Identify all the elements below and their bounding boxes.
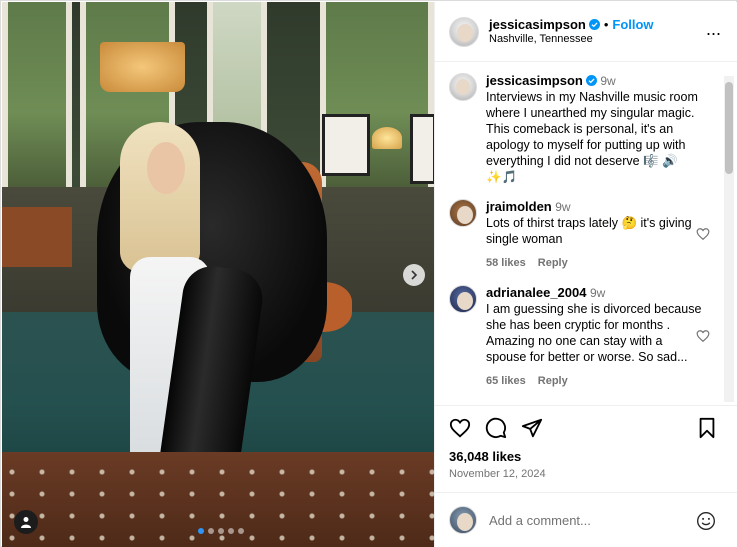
comment-time[interactable]: 9w bbox=[590, 286, 605, 300]
photo-window-left bbox=[2, 2, 72, 187]
share-icon[interactable] bbox=[521, 417, 543, 439]
carousel-dots bbox=[198, 528, 244, 534]
header-separator: • bbox=[603, 16, 609, 32]
caption-body: jessicasimpson 9w Interviews in my Nashv… bbox=[486, 73, 704, 185]
comment-username[interactable]: adrianalee_2004 bbox=[486, 285, 586, 300]
post-window: jessicasimpson • Follow Nashville, Tenness… bbox=[0, 0, 737, 547]
carousel-dot bbox=[208, 528, 214, 534]
post-side-panel: jessicasimpson • Follow Nashville, Tenness… bbox=[434, 2, 737, 547]
comment-meta: 65 likes Reply bbox=[486, 373, 704, 389]
avatar[interactable] bbox=[449, 199, 477, 227]
location-link[interactable]: Nashville, Tennessee bbox=[489, 32, 654, 47]
scrollbar-thumb[interactable] bbox=[725, 82, 733, 174]
comments-list: jessicasimpson 9w Interviews in my Nashv… bbox=[435, 63, 737, 405]
carousel-dot bbox=[218, 528, 224, 534]
next-photo-button[interactable] bbox=[403, 264, 425, 286]
caption-text: Interviews in my Nashville music room wh… bbox=[486, 90, 698, 184]
avatar[interactable] bbox=[449, 16, 479, 47]
add-comment-bar bbox=[435, 492, 737, 547]
comment-likes[interactable]: 58 likes bbox=[486, 255, 526, 271]
user-tag-icon bbox=[21, 517, 31, 528]
post-header: jessicasimpson • Follow Nashville, Tenness… bbox=[435, 2, 737, 62]
avatar[interactable] bbox=[449, 285, 477, 313]
comment-input[interactable] bbox=[489, 512, 689, 528]
comment-meta: 58 likes Reply bbox=[486, 255, 704, 271]
action-icons bbox=[449, 416, 724, 440]
photo-table-lamp bbox=[372, 127, 402, 149]
follow-button[interactable]: Follow bbox=[612, 17, 653, 32]
verified-icon bbox=[588, 18, 600, 30]
comment-text: I am guessing she is divorced because sh… bbox=[486, 302, 702, 364]
heart-icon[interactable] bbox=[449, 417, 471, 439]
verified-icon bbox=[585, 75, 597, 86]
photo-table-inlay bbox=[2, 462, 434, 547]
avatar[interactable] bbox=[449, 73, 477, 101]
post-actions: 36,048 likes November 12, 2024 bbox=[435, 405, 737, 480]
carousel-dot-active bbox=[198, 528, 204, 534]
comment-icon[interactable] bbox=[485, 417, 507, 439]
photo-lamp-shade bbox=[100, 42, 185, 92]
photo-framed-picture bbox=[322, 114, 370, 176]
user-tag-button[interactable] bbox=[14, 510, 38, 534]
photo-side-table bbox=[2, 207, 72, 267]
avatar bbox=[449, 506, 477, 534]
photo-framed-picture-2 bbox=[410, 114, 434, 184]
photo-face bbox=[147, 142, 185, 194]
emoji-icon[interactable] bbox=[696, 511, 716, 531]
like-count[interactable]: 36,048 likes bbox=[449, 449, 724, 464]
post-photo[interactable] bbox=[2, 2, 434, 547]
caption-item: jessicasimpson 9w Interviews in my Nashv… bbox=[449, 73, 724, 185]
comment-likes[interactable]: 65 likes bbox=[486, 373, 526, 389]
header-text: jessicasimpson • Follow Nashville, Tenness… bbox=[489, 17, 654, 47]
comment-text: Lots of thirst traps lately 🤔 it's givin… bbox=[486, 216, 692, 246]
chevron-right-icon bbox=[411, 270, 418, 280]
bookmark-icon[interactable] bbox=[696, 417, 718, 439]
comment-item: jraimolden 9w Lots of thirst traps latel… bbox=[449, 199, 724, 271]
reply-button[interactable]: Reply bbox=[538, 373, 568, 389]
comment-body: adrianalee_2004 9w I am guessing she is … bbox=[486, 285, 704, 389]
caption-time[interactable]: 9w bbox=[600, 74, 615, 88]
heart-icon[interactable] bbox=[696, 227, 710, 241]
comment-body: jraimolden 9w Lots of thirst traps latel… bbox=[486, 199, 704, 271]
comments-scrollbar[interactable] bbox=[724, 76, 734, 402]
more-options-button[interactable]: ... bbox=[706, 20, 721, 38]
post-date[interactable]: November 12, 2024 bbox=[449, 468, 724, 480]
header-username[interactable]: jessicasimpson bbox=[489, 17, 586, 32]
comment-item: adrianalee_2004 9w I am guessing she is … bbox=[449, 285, 724, 389]
more-icon: ... bbox=[705, 19, 721, 39]
comment-time[interactable]: 9w bbox=[555, 200, 570, 214]
carousel-dot bbox=[228, 528, 234, 534]
comment-username[interactable]: jraimolden bbox=[486, 199, 552, 214]
carousel-dot bbox=[238, 528, 244, 534]
reply-button[interactable]: Reply bbox=[538, 255, 568, 271]
caption-username[interactable]: jessicasimpson bbox=[486, 73, 583, 88]
heart-icon[interactable] bbox=[696, 329, 710, 343]
